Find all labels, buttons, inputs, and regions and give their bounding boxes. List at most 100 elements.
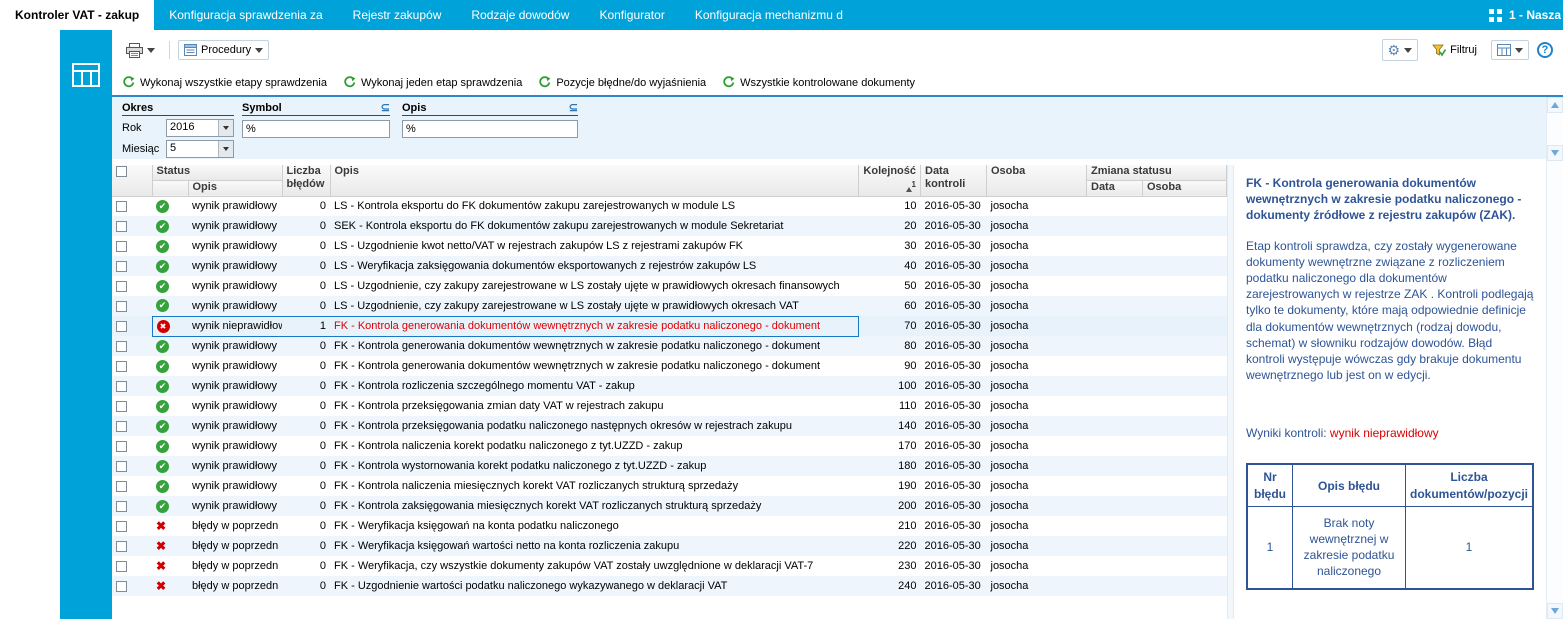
- scroll-track[interactable]: [1547, 113, 1563, 145]
- row-checkbox[interactable]: [116, 380, 127, 392]
- grid-settings-button[interactable]: ⚙: [1381, 39, 1419, 61]
- row-checkbox[interactable]: [116, 400, 127, 412]
- scroll-down-button[interactable]: [1547, 145, 1563, 161]
- row-checkbox[interactable]: [116, 540, 127, 552]
- control-date: 2016-05-30: [924, 520, 981, 533]
- apps-grid-icon[interactable]: [1489, 8, 1502, 22]
- row-checkbox[interactable]: [116, 260, 127, 272]
- table-row[interactable]: ✔ wynik prawidłowy 0 FK - Kontrola nalic…: [112, 476, 1227, 496]
- tab-konfiguracja-mechanizmu[interactable]: Konfiguracja mechanizmu d: [680, 0, 858, 30]
- table-row[interactable]: ✔ wynik prawidłowy 0 FK - Kontrola nalic…: [112, 436, 1227, 456]
- tab-kontroler-vat-zakup[interactable]: Kontroler VAT - zakup: [0, 0, 155, 30]
- row-checkbox[interactable]: [116, 460, 127, 472]
- table-row[interactable]: ✖ błędy w poprzedn 0 FK - Weryfikacja ks…: [112, 536, 1227, 557]
- run-all-steps-button[interactable]: Wykonaj wszystkie etapy sprawdzenia: [122, 76, 327, 89]
- table-row[interactable]: ✖ błędy w poprzedn 0 FK - Uzgodnienie wa…: [112, 576, 1227, 597]
- print-button[interactable]: [120, 39, 161, 62]
- tab-rejestr-zakupow[interactable]: Rejestr zakupów: [338, 0, 457, 30]
- scroll-down-button[interactable]: [1547, 603, 1563, 619]
- zmiana-osoba-subheader[interactable]: Osoba: [1142, 180, 1227, 197]
- zmiana-statusu-header[interactable]: Zmiana statusu: [1086, 165, 1227, 181]
- row-checkbox[interactable]: [116, 240, 127, 252]
- status-header[interactable]: Status: [152, 165, 283, 181]
- data-kontroli-header[interactable]: Data kontroli: [920, 165, 987, 197]
- row-checkbox[interactable]: [116, 480, 127, 492]
- tab-rodzaje-dowodow[interactable]: Rodzaje dowodów: [456, 0, 584, 30]
- status-opis-subheader[interactable]: Opis: [188, 180, 283, 197]
- table-row[interactable]: ✔ wynik prawidłowy 0 LS - Uzgodnienie kw…: [112, 236, 1227, 256]
- contains-operator-icon[interactable]: ⊆: [569, 101, 578, 114]
- table-row[interactable]: ✖ błędy w poprzedn 0 FK - Weryfikacja, c…: [112, 556, 1227, 576]
- osoba-header[interactable]: Osoba: [986, 165, 1087, 197]
- row-select-cell: [112, 476, 152, 496]
- opis-filter-input[interactable]: [402, 120, 578, 138]
- row-checkbox[interactable]: [116, 300, 127, 312]
- symbol-filter-input[interactable]: [242, 120, 390, 138]
- row-checkbox[interactable]: [116, 340, 127, 352]
- control-date: 2016-05-30: [924, 560, 981, 573]
- table-row[interactable]: ✔ wynik prawidłowy 0 FK - Kontrola przek…: [112, 416, 1227, 437]
- row-order: 230: [898, 560, 917, 573]
- table-row[interactable]: ✔ wynik prawidłowy 0 LS - Kontrola ekspo…: [112, 196, 1227, 216]
- tab-konfigurator[interactable]: Konfigurator: [584, 0, 679, 30]
- filter-button[interactable]: Filtruj: [1426, 40, 1483, 61]
- status-icon: ✖: [156, 538, 167, 553]
- contains-operator-icon[interactable]: ⊆: [381, 101, 390, 114]
- table-row[interactable]: ✖ błędy w poprzedn 0 FK - Weryfikacja ks…: [112, 516, 1227, 536]
- table-row[interactable]: ✔ wynik prawidłowy 0 FK - Kontrola wysto…: [112, 456, 1227, 477]
- table-row[interactable]: ✔ wynik prawidłowy 0 LS - Uzgodnienie, c…: [112, 276, 1227, 296]
- zmiana-data-subheader[interactable]: Data: [1086, 180, 1143, 197]
- row-checkbox[interactable]: [116, 560, 127, 572]
- error-liczba: 1: [1405, 505, 1534, 590]
- table-row[interactable]: ✔ wynik prawidłowy 0 FK - Kontrola przek…: [112, 396, 1227, 416]
- error-count: 0: [319, 260, 326, 273]
- row-checkbox[interactable]: [116, 280, 127, 292]
- table-row[interactable]: ✔ wynik prawidłowy 0 FK - Kontrola zaksi…: [112, 496, 1227, 517]
- row-checkbox[interactable]: [116, 320, 127, 332]
- chevron-down-icon: [147, 47, 155, 53]
- error-count: 0: [319, 220, 326, 233]
- table-row[interactable]: ✔ wynik prawidłowy 0 FK - Kontrola rozli…: [112, 376, 1227, 397]
- status-change-date: [1087, 476, 1143, 496]
- row-description: FK - Kontrola zaksięgowania miesięcznych…: [334, 500, 762, 513]
- row-checkbox[interactable]: [116, 420, 127, 432]
- liczba-bledow-header[interactable]: Liczba błędów: [282, 165, 331, 197]
- row-checkbox[interactable]: [116, 500, 127, 512]
- error-items-button[interactable]: Pozycje błędne/do wyjaśnienia: [538, 76, 706, 89]
- row-checkbox[interactable]: [116, 220, 127, 232]
- status-change-date: [1087, 216, 1143, 236]
- table-row[interactable]: ✔ wynik prawidłowy 0 SEK - Kontrola eksp…: [112, 216, 1227, 237]
- control-person: josocha: [990, 420, 1029, 433]
- scroll-up-button[interactable]: [1547, 97, 1563, 113]
- row-checkbox[interactable]: [116, 440, 127, 452]
- row-checkbox[interactable]: [116, 360, 127, 372]
- row-checkbox[interactable]: [116, 520, 127, 532]
- rok-select[interactable]: 2016: [166, 119, 234, 137]
- row-description: FK - Weryfikacja księgowań wartości nett…: [334, 540, 680, 553]
- table-row[interactable]: ✔ wynik prawidłowy 0 LS - Weryfikacja za…: [112, 256, 1227, 277]
- view-layout-button[interactable]: [1491, 40, 1529, 60]
- miesiac-select[interactable]: 5: [166, 140, 234, 158]
- procedures-button[interactable]: Procedury: [178, 40, 270, 60]
- chevron-down-icon: [255, 47, 264, 53]
- table-row[interactable]: ✔ wynik prawidłowy 0 FK - Kontrola gener…: [112, 336, 1227, 357]
- table-row[interactable]: ✔ wynik prawidłowy 0 LS - Uzgodnienie, c…: [112, 296, 1227, 317]
- row-checkbox[interactable]: [116, 580, 127, 592]
- kolejnosc-header[interactable]: Kolejność 1: [858, 165, 921, 197]
- status-change-person: [1143, 316, 1227, 336]
- opis-header[interactable]: Opis: [330, 165, 859, 197]
- table-row[interactable]: ✖ wynik nieprawidłowy 1 FK - Kontrola ge…: [112, 315, 1227, 337]
- status-text: wynik prawidłowy: [192, 460, 277, 473]
- row-checkbox[interactable]: [116, 201, 127, 212]
- tab-konfiguracja-sprawdzenia[interactable]: Konfiguracja sprawdzenia za: [154, 0, 337, 30]
- results-label: Wyniki kontroli:: [1246, 426, 1327, 441]
- grid-view-icon[interactable]: [72, 63, 100, 619]
- help-icon[interactable]: ?: [1537, 42, 1553, 58]
- error-count: 0: [319, 240, 326, 253]
- select-all-checkbox[interactable]: [116, 165, 127, 177]
- run-one-step-button[interactable]: Wykonaj jeden etap sprawdzenia: [343, 76, 522, 89]
- scroll-track[interactable]: [1547, 161, 1563, 603]
- table-row[interactable]: ✔ wynik prawidłowy 0 FK - Kontrola gener…: [112, 356, 1227, 376]
- status-change-person: [1143, 216, 1227, 236]
- all-controlled-documents-button[interactable]: Wszystkie kontrolowane dokumenty: [722, 76, 915, 89]
